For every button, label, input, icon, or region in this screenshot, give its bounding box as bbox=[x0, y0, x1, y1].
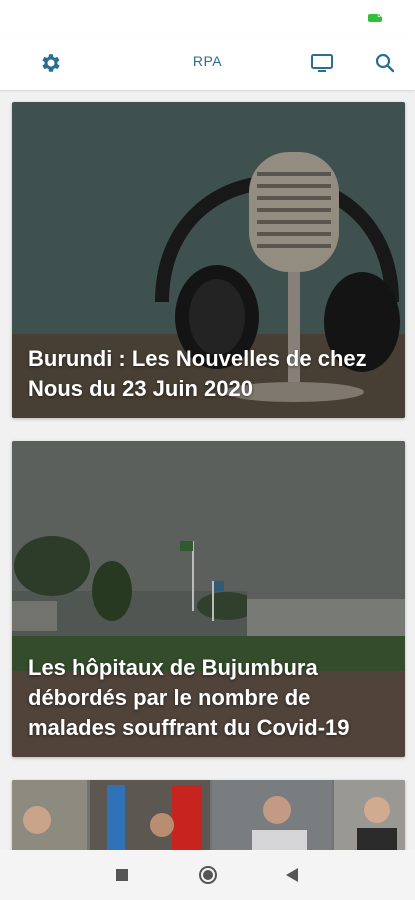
article-card[interactable] bbox=[12, 780, 405, 850]
search-icon bbox=[375, 53, 395, 73]
search-button[interactable] bbox=[370, 48, 400, 78]
article-card[interactable]: Les hôpitaux de Bujumbura débordés par l… bbox=[12, 441, 405, 757]
tv-icon bbox=[311, 54, 333, 72]
home-button[interactable] bbox=[198, 865, 218, 885]
back-triangle-icon bbox=[286, 868, 298, 882]
recents-button[interactable] bbox=[112, 865, 132, 885]
tv-button[interactable] bbox=[307, 48, 337, 78]
news-feed[interactable]: Burundi : Les Nouvelles de chez Nous du … bbox=[0, 90, 415, 850]
recents-square-icon bbox=[116, 869, 128, 881]
system-nav-bar bbox=[0, 850, 415, 900]
battery-level: 58 bbox=[377, 12, 384, 19]
back-button[interactable] bbox=[282, 865, 302, 885]
status-bar: 58 bbox=[0, 0, 415, 36]
home-circle-icon bbox=[199, 866, 217, 884]
app-bar: RPA bbox=[0, 36, 415, 90]
app-title: RPA bbox=[192, 53, 223, 69]
article-title: Les hôpitaux de Bujumbura débordés par l… bbox=[28, 655, 350, 740]
article-card[interactable]: Burundi : Les Nouvelles de chez Nous du … bbox=[12, 102, 405, 418]
article-title: Burundi : Les Nouvelles de chez Nous du … bbox=[28, 346, 367, 401]
video-conference-image bbox=[12, 780, 405, 850]
